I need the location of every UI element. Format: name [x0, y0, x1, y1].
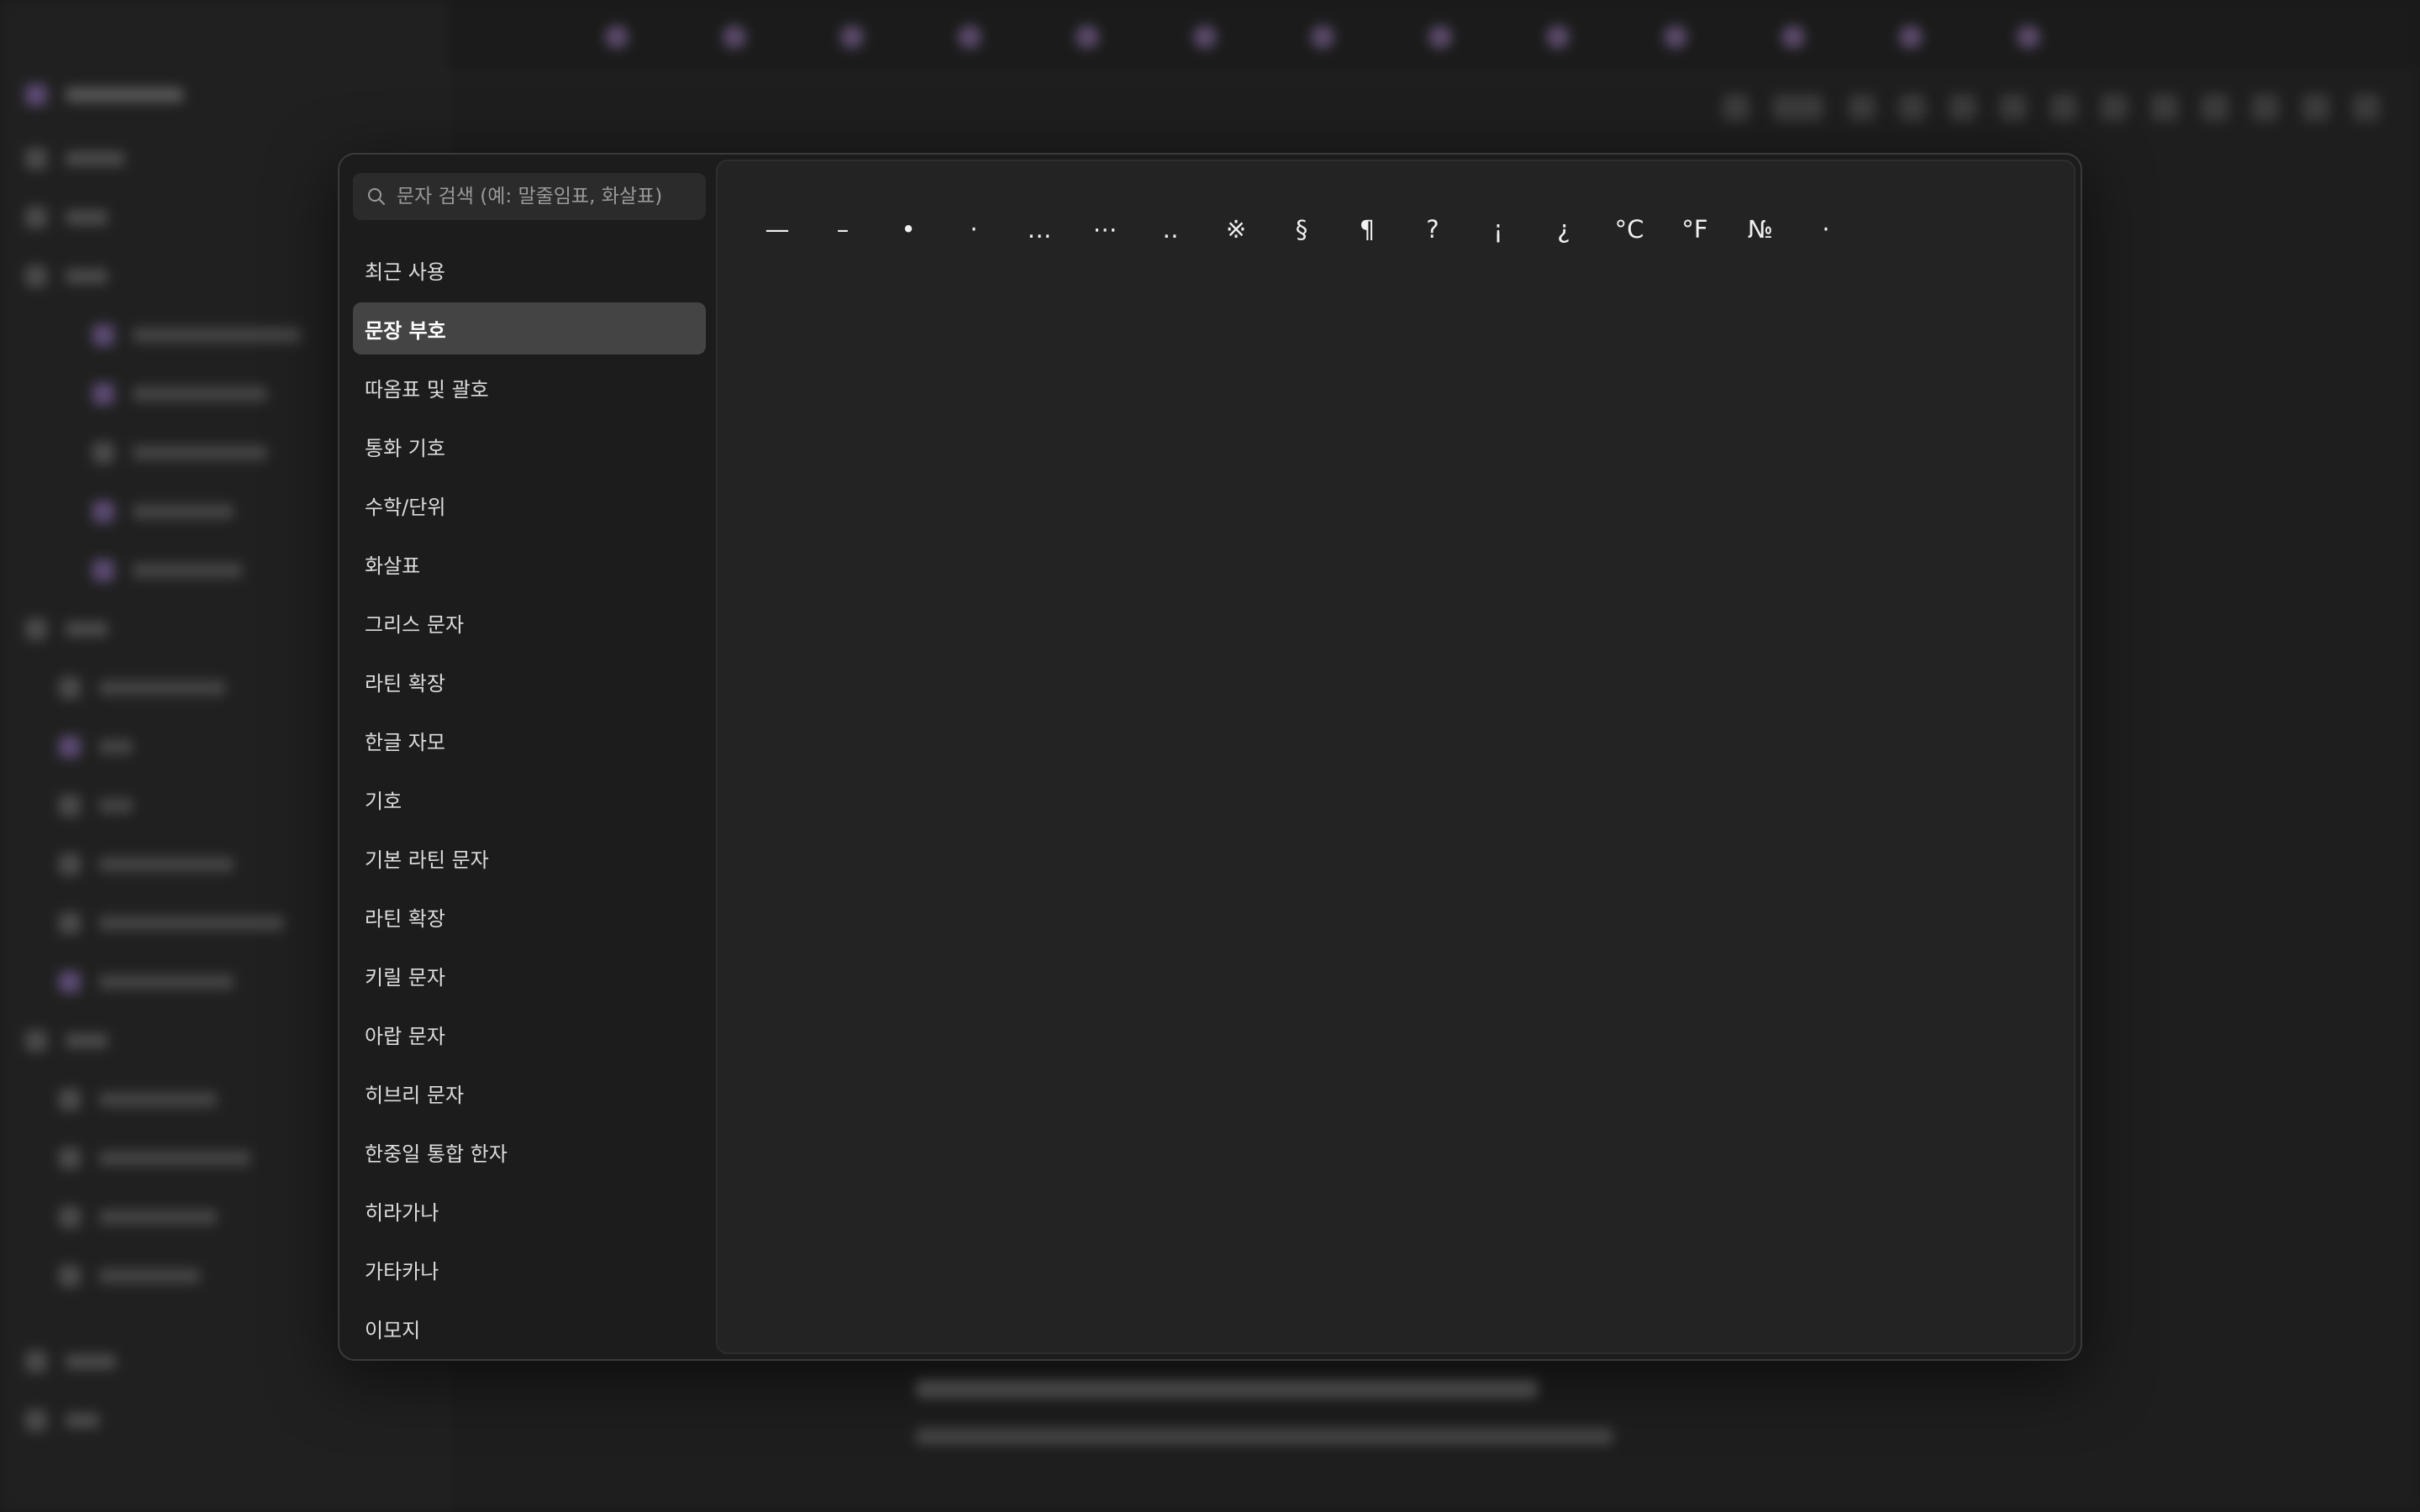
background-sidebar-item [59, 853, 234, 875]
background-toolbar-button [2252, 94, 2279, 121]
background-sidebar-item [92, 324, 301, 346]
character-cell[interactable]: — [744, 200, 810, 259]
background-tab [1899, 18, 1991, 55]
character-cell[interactable]: § [1269, 200, 1334, 259]
background-toolbar-button [1899, 94, 1926, 121]
background-toolbar-button [1849, 94, 1876, 121]
background-tab [1664, 18, 1756, 55]
character-cell[interactable]: · [1793, 200, 1859, 259]
character-cell[interactable]: ‥ [1138, 200, 1203, 259]
character-cell[interactable]: °F [1662, 200, 1728, 259]
background-tab [1311, 18, 1403, 55]
category-sidebar: 최근 사용문장 부호따옴표 및 괄호통화 기호수학/단위화살표그리스 문자라틴 … [348, 165, 706, 1352]
category-item[interactable]: 문장 부호 [353, 302, 706, 354]
background-toolbar-button [2202, 94, 2228, 121]
category-item[interactable]: 기호 [353, 773, 706, 825]
background-tab-bar [336, 0, 2420, 74]
background-sidebar-item [59, 1206, 217, 1228]
category-item[interactable]: 기본 라틴 문자 [353, 832, 706, 884]
character-cell[interactable]: – [810, 200, 876, 259]
character-cell[interactable]: ⋯ [1072, 200, 1138, 259]
character-cell[interactable]: … [1007, 200, 1072, 259]
background-sidebar-item [92, 501, 234, 522]
background-tab [958, 18, 1050, 55]
background-sidebar-item [25, 618, 108, 640]
background-toolbar-button [1723, 94, 1749, 121]
category-item[interactable]: 히브리 문자 [353, 1067, 706, 1119]
category-item[interactable]: 가타카나 [353, 1243, 706, 1295]
background-tab [840, 18, 933, 55]
background-tab [605, 18, 697, 55]
background-toolbar-button [2151, 94, 2178, 121]
character-cell[interactable]: · [941, 200, 1007, 259]
character-panel: — – • ·… ⋯ ‥ ※ § ¶? ¡ ¿ °C °F № · [716, 160, 2075, 1354]
search-icon [368, 188, 385, 205]
background-tab [1546, 18, 1639, 55]
background-sidebar-item [59, 677, 225, 699]
character-cell[interactable]: ¡ [1465, 200, 1531, 259]
category-item[interactable]: 수학/단위 [353, 479, 706, 531]
background-sidebar-item [92, 383, 267, 405]
background-toolbar-button [2302, 94, 2329, 121]
search-box [353, 173, 706, 220]
background-document-line [916, 1428, 1613, 1445]
character-cell[interactable]: °C [1597, 200, 1662, 259]
category-item[interactable]: 히라가나 [353, 1184, 706, 1236]
search-input[interactable] [395, 185, 692, 208]
category-item[interactable]: 최근 사용 [353, 244, 706, 296]
background-sidebar-item [59, 795, 133, 816]
background-tab [1193, 18, 1286, 55]
background-sidebar-item [59, 971, 234, 993]
category-item[interactable]: 아랍 문자 [353, 1008, 706, 1060]
background-sidebar-item [59, 912, 284, 934]
character-cell[interactable]: № [1728, 200, 1793, 259]
character-cell[interactable]: ¶ [1334, 200, 1400, 259]
background-sidebar-item [92, 442, 267, 464]
category-item[interactable]: 키릴 문자 [353, 949, 706, 1001]
background-tab [2017, 18, 2109, 55]
background-toolbar-button [1949, 94, 1976, 121]
background-sidebar-item [25, 148, 124, 170]
background-sidebar-item [25, 84, 183, 106]
category-list: 최근 사용문장 부호따옴표 및 괄호통화 기호수학/단위화살표그리스 문자라틴 … [353, 244, 706, 1361]
category-item[interactable]: 그리스 문자 [353, 596, 706, 648]
category-item[interactable]: 라틴 확장 [353, 890, 706, 942]
character-cell[interactable]: • [876, 200, 941, 259]
category-item[interactable]: 한글 자모 [353, 714, 706, 766]
background-sidebar-item [25, 1351, 116, 1373]
category-item[interactable]: 통화 기호 [353, 420, 706, 472]
background-sidebar-item [59, 1147, 250, 1169]
character-picker-dialog: 최근 사용문장 부호따옴표 및 괄호통화 기호수학/단위화살표그리스 문자라틴 … [338, 153, 2082, 1361]
background-document-line [916, 1379, 1538, 1398]
background-toolbar-button [2101, 94, 2128, 121]
character-cell[interactable]: ¿ [1531, 200, 1597, 259]
background-tab [1781, 18, 1874, 55]
background-toolbar-button [2050, 94, 2077, 121]
character-grid: — – • ·… ⋯ ‥ ※ § ¶? ¡ ¿ °C °F № · [744, 200, 2055, 259]
category-item[interactable]: 이모지 [353, 1302, 706, 1354]
background-toolbar-button [1773, 94, 1823, 121]
background-toolbar-button [2353, 94, 2380, 121]
background-sidebar-item [25, 1030, 108, 1052]
background-sidebar-item [25, 265, 108, 287]
background-sidebar-item [59, 1265, 200, 1287]
background-tab [1076, 18, 1168, 55]
category-item[interactable]: 화살표 [353, 538, 706, 590]
character-cell[interactable]: ? [1400, 200, 1465, 259]
category-item[interactable]: 라틴 확장 [353, 655, 706, 707]
background-sidebar-item [92, 559, 242, 581]
background-sidebar-item [59, 1089, 217, 1110]
background-tab [1428, 18, 1521, 55]
character-cell[interactable]: ※ [1203, 200, 1269, 259]
background-sidebar-item [25, 1410, 99, 1431]
background-tab [723, 18, 815, 55]
background-sidebar-item [25, 207, 108, 228]
background-sidebar-item [59, 736, 133, 758]
category-item[interactable]: 따옴표 및 괄호 [353, 361, 706, 413]
background-toolbar-button [2000, 94, 2027, 121]
category-item[interactable]: 한중일 통합 한자 [353, 1126, 706, 1178]
